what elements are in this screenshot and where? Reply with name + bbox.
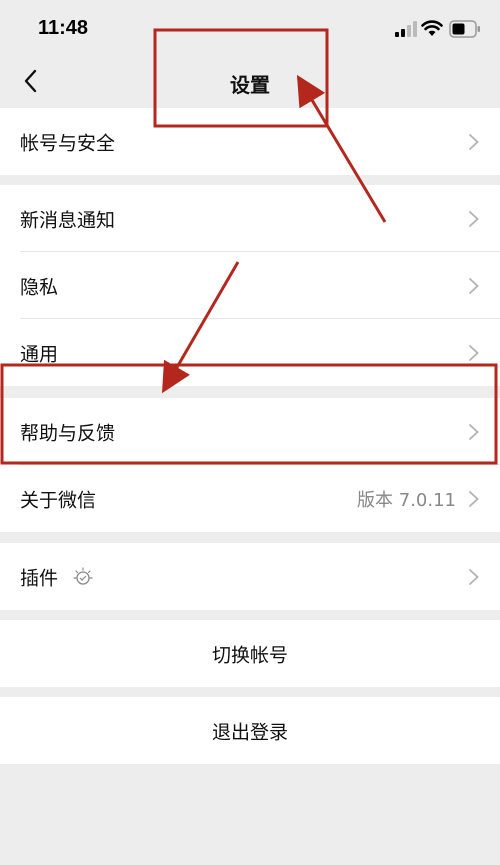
row-plugins-label: 插件 bbox=[20, 567, 59, 589]
row-privacy-label: 隐私 bbox=[20, 276, 59, 298]
status-bar: 11:48 bbox=[0, 0, 500, 58]
row-general-label: 通用 bbox=[20, 343, 59, 365]
chevron-right-icon bbox=[469, 490, 479, 507]
row-new-message-notice[interactable]: 新消息通知 bbox=[0, 185, 500, 252]
chevron-right-icon bbox=[469, 344, 479, 361]
row-general[interactable]: 通用 bbox=[0, 319, 500, 386]
status-time: 11:48 bbox=[38, 17, 89, 39]
chevron-right-icon bbox=[469, 133, 479, 150]
group-general: 新消息通知 隐私 通用 bbox=[0, 185, 500, 386]
row-new-message-notice-label: 新消息通知 bbox=[20, 209, 116, 231]
group-account: 帐号与安全 bbox=[0, 108, 500, 175]
lightbulb-icon bbox=[73, 566, 93, 585]
row-about-wechat-label: 关于微信 bbox=[20, 489, 97, 511]
chevron-right-icon bbox=[469, 423, 479, 440]
row-about-wechat[interactable]: 关于微信 版本 7.0.11 bbox=[0, 465, 500, 532]
row-account-security[interactable]: 帐号与安全 bbox=[0, 108, 500, 175]
row-help-feedback[interactable]: 帮助与反馈 bbox=[0, 398, 500, 465]
group-plugins: 插件 bbox=[0, 543, 500, 610]
group-help-about: 帮助与反馈 关于微信 版本 7.0.11 bbox=[0, 398, 500, 532]
logout-button[interactable]: 退出登录 bbox=[0, 697, 500, 764]
page-title: 设置 bbox=[230, 73, 270, 97]
switch-account-label: 切换帐号 bbox=[211, 644, 288, 666]
row-account-security-label: 帐号与安全 bbox=[20, 132, 116, 154]
switch-account-button[interactable]: 切换帐号 bbox=[0, 620, 500, 687]
chevron-right-icon bbox=[469, 568, 479, 585]
version-text: 版本 7.0.11 bbox=[357, 489, 456, 511]
logout-label: 退出登录 bbox=[211, 721, 288, 743]
nav-bar: 设置 bbox=[0, 58, 500, 108]
wifi-icon bbox=[421, 20, 443, 36]
cellular-signal-icon bbox=[395, 21, 417, 37]
battery-icon bbox=[449, 20, 480, 38]
row-help-feedback-label: 帮助与反馈 bbox=[20, 422, 116, 444]
chevron-right-icon bbox=[469, 210, 479, 227]
row-privacy[interactable]: 隐私 bbox=[0, 252, 500, 319]
chevron-right-icon bbox=[469, 277, 479, 294]
row-plugins[interactable]: 插件 bbox=[0, 543, 500, 610]
